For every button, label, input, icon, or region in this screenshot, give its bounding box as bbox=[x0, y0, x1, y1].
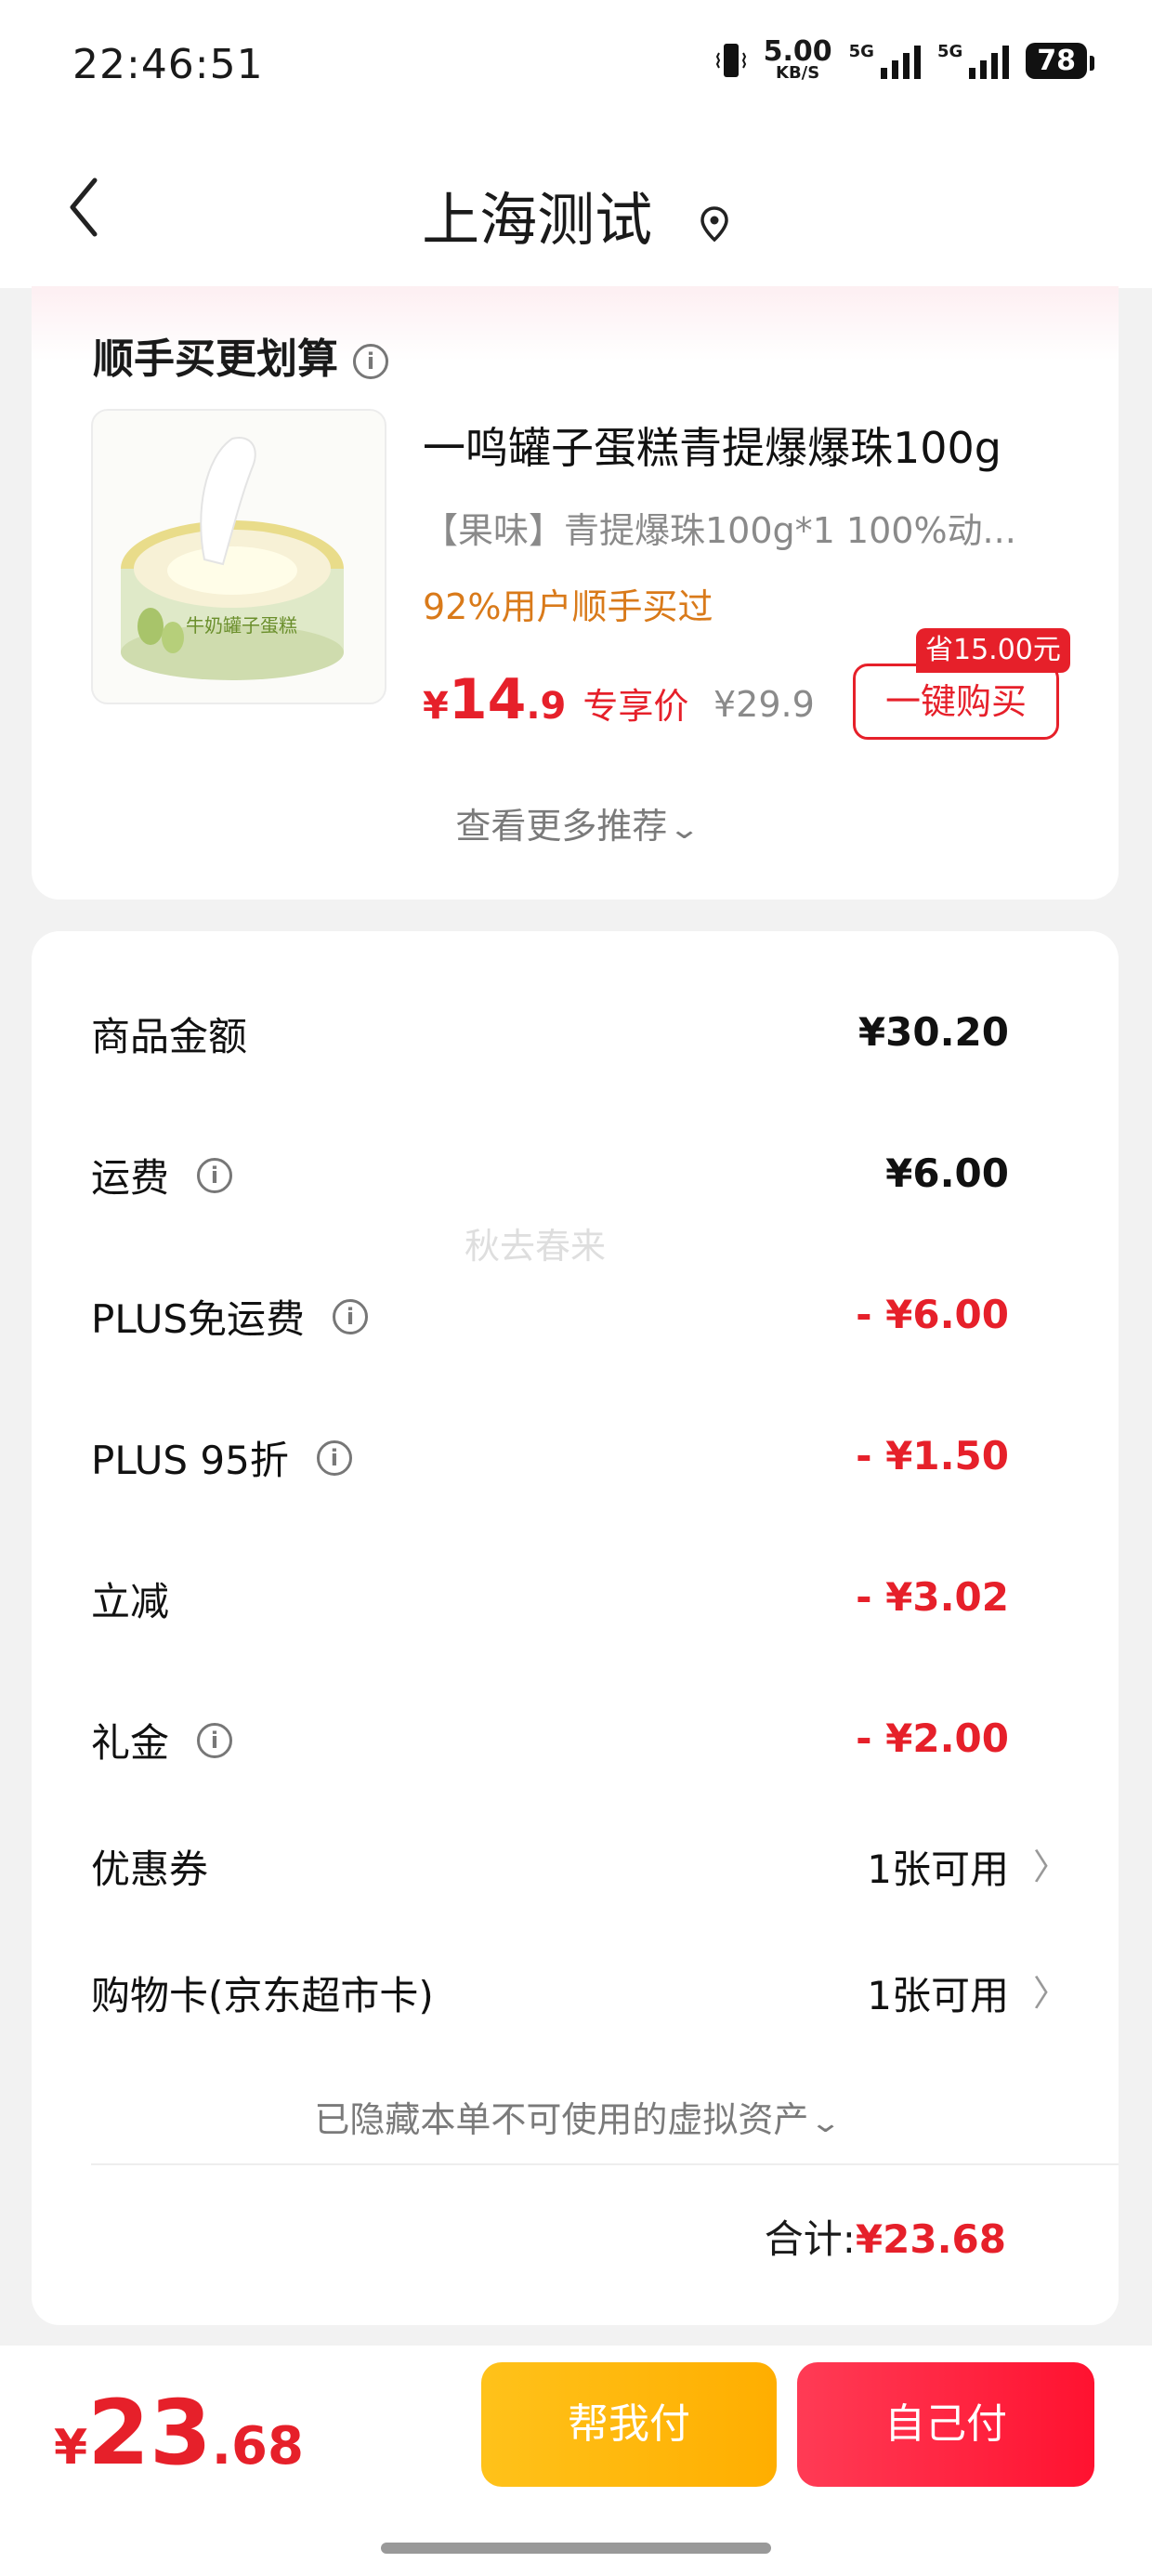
image-label: 牛奶罐子蛋糕 bbox=[186, 614, 297, 637]
pay-amount: ¥ 23 .68 bbox=[54, 2381, 304, 2485]
row-coupon-label[interactable]: 优惠券 bbox=[91, 1838, 208, 1895]
net-speed: 5.00 KB/S bbox=[763, 35, 832, 83]
product-spec: 【果味】青提爆珠100g*1 100%动... bbox=[423, 510, 1016, 551]
cake-jar-image: 牛奶罐子蛋糕 bbox=[121, 437, 344, 680]
row-goods-amount-label: 商品金额 bbox=[91, 1014, 248, 1059]
order-total: 合计: ¥23.68 bbox=[764, 2216, 1006, 2262]
social-proof: 92%用户顺手买过 bbox=[423, 586, 713, 627]
page-title[interactable]: 上海测试 bbox=[0, 173, 1152, 256]
row-instant-discount-value: - ¥3.02 bbox=[856, 1574, 1009, 1620]
row-shipping-value: ¥6.00 bbox=[885, 1150, 1009, 1196]
hidden-assets-toggle[interactable]: 已隐藏本单不可使用的虚拟资产⌄ bbox=[0, 2091, 1152, 2142]
home-indicator[interactable] bbox=[381, 2543, 771, 2554]
save-badge: 省15.00元 bbox=[916, 628, 1070, 673]
pay-myself-button[interactable]: 自己付 bbox=[797, 2362, 1094, 2487]
location-pin-icon bbox=[700, 206, 728, 243]
row-shipping-label: 运费 i bbox=[91, 1147, 233, 1203]
row-plus-free-shipping-value: - ¥6.00 bbox=[856, 1292, 1009, 1337]
chevron-down-icon: ⌄ bbox=[809, 2107, 843, 2139]
info-icon[interactable]: i bbox=[353, 344, 388, 379]
status-time: 22:46:51 bbox=[72, 41, 264, 88]
row-coupon-value[interactable]: 1张可用 bbox=[867, 1838, 1009, 1895]
row-goods-amount-value: ¥30.20 bbox=[857, 1009, 1009, 1055]
battery-icon: 78 bbox=[1026, 42, 1094, 79]
chevron-right-icon[interactable]: 〉 bbox=[1033, 1838, 1068, 1889]
row-plus-discount-value: - ¥1.50 bbox=[856, 1433, 1009, 1479]
signal-icon: 5G bbox=[849, 42, 921, 79]
recommend-title: 顺手买更划算 i bbox=[93, 325, 388, 385]
divider bbox=[91, 2163, 1119, 2165]
row-gift-money-label: 礼金 i bbox=[91, 1712, 233, 1768]
product-name[interactable]: 一鸣罐子蛋糕青提爆爆珠100g bbox=[423, 414, 1001, 476]
row-shopping-card-label[interactable]: 购物卡(京东超市卡) bbox=[91, 1965, 434, 2021]
info-icon[interactable]: i bbox=[333, 1298, 369, 1334]
status-icons: 5.00 KB/S 5G 5G 78 bbox=[715, 35, 1094, 83]
product-image[interactable]: 牛奶罐子蛋糕 bbox=[91, 409, 386, 704]
info-icon[interactable]: i bbox=[197, 1722, 233, 1758]
original-price: ¥29.9 bbox=[713, 684, 815, 725]
price-tag: 专享价 bbox=[583, 686, 689, 727]
chevron-right-icon[interactable]: 〉 bbox=[1033, 1965, 1068, 2016]
one-click-buy-button[interactable]: 一键购买 bbox=[853, 664, 1059, 740]
help-me-pay-button[interactable]: 帮我付 bbox=[481, 2362, 777, 2487]
vibrate-icon bbox=[715, 44, 746, 77]
row-instant-discount-label: 立减 bbox=[91, 1579, 170, 1624]
watermark: 秋去春来 bbox=[465, 1226, 607, 1267]
row-shopping-card-value[interactable]: 1张可用 bbox=[867, 1965, 1009, 2021]
total-amount: ¥23.68 bbox=[855, 2216, 1006, 2262]
signal-icon-2: 5G bbox=[937, 42, 1010, 79]
product-price: ¥ 14 .9 专享价 bbox=[423, 667, 689, 732]
row-plus-discount-label: PLUS 95折 i bbox=[91, 1429, 352, 1486]
row-gift-money-value: - ¥2.00 bbox=[856, 1715, 1009, 1761]
row-plus-free-shipping-label: PLUS免运费 i bbox=[91, 1288, 369, 1345]
more-recommendations-link[interactable]: 查看更多推荐⌄ bbox=[0, 797, 1152, 848]
info-icon[interactable]: i bbox=[197, 1157, 233, 1193]
chevron-down-icon: ⌄ bbox=[668, 813, 701, 846]
info-icon[interactable]: i bbox=[316, 1439, 352, 1476]
